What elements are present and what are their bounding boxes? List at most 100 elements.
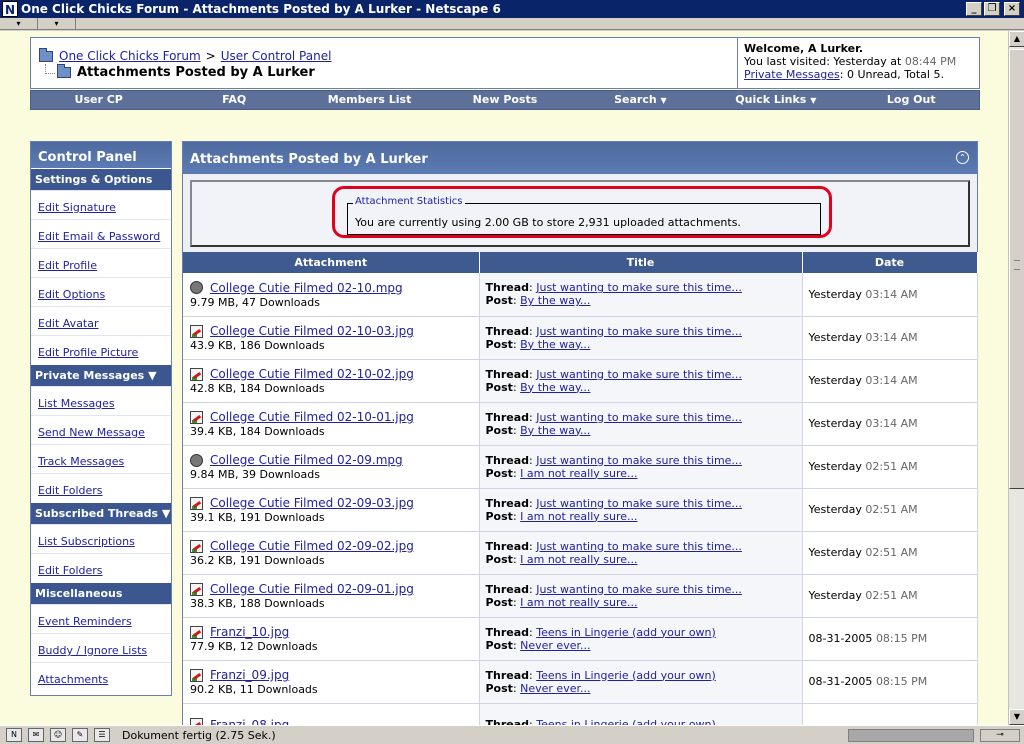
attachment-link[interactable]: College Cutie Filmed 02-09-02.jpg [210, 539, 414, 553]
toolbar-grip-1[interactable]: ▾ [0, 18, 38, 29]
attachment-cell: Franzi_09.jpg 90.2 KB, 11 Downloads [183, 660, 480, 704]
attachment-link[interactable]: College Cutie Filmed 02-09.mpg [210, 453, 403, 467]
column-title: Title [479, 252, 803, 273]
pm-summary: Private Messages: 0 Unread, Total 5. [744, 68, 944, 81]
attachments-panel: Attachments Posted by A Lurker ⌃ Attachm… [182, 141, 978, 725]
instant-messenger-icon[interactable]: ☺ [50, 728, 66, 742]
attachment-link[interactable]: College Cutie Filmed 02-10-01.jpg [210, 410, 414, 424]
window-title: One Click Chicks Forum - Attachments Pos… [21, 2, 501, 16]
tree-connector [45, 64, 55, 74]
post-link[interactable]: I am not really sure... [520, 553, 637, 566]
thread-link[interactable]: Teens in Lingerie (add your own) [536, 718, 716, 725]
scroll-down-icon[interactable]: ▼ [1009, 709, 1024, 725]
vertical-scrollbar[interactable]: ▲ ▼ [1008, 31, 1024, 725]
nav-log-out[interactable]: Log Out [844, 91, 979, 109]
attachment-cell: College Cutie Filmed 02-09-01.jpg 38.3 KB… [183, 574, 480, 618]
date-time: 03:14 AM [865, 417, 918, 430]
table-row: College Cutie Filmed 02-09.mpg 9.84 MB, 3… [183, 445, 978, 489]
breadcrumb: One Click Chicks Forum > User Control Pa… [39, 47, 332, 80]
sidebar-item-buddy-ignore: Buddy / Ignore Lists [31, 633, 171, 662]
video-file-icon [190, 281, 203, 295]
date-cell: Yesterday 03:14 AM [802, 402, 978, 446]
post-link[interactable]: Never ever... [520, 682, 590, 695]
title-cell: Thread: Just wanting to make sure this t… [479, 359, 803, 403]
thread-link[interactable]: Teens in Lingerie (add your own) [536, 626, 716, 639]
date-cell: Yesterday 02:51 AM [802, 445, 978, 489]
post-link[interactable]: I am not really sure... [520, 510, 637, 523]
post-link[interactable]: Never ever... [520, 639, 590, 652]
thread-link[interactable]: Just wanting to make sure this time... [536, 454, 742, 467]
thread-link[interactable]: Just wanting to make sure this time... [536, 368, 742, 381]
nav-members-list[interactable]: Members List [302, 91, 437, 109]
nav-search[interactable]: Search ▼ [573, 91, 708, 109]
nav-faq[interactable]: FAQ [166, 91, 301, 109]
last-visited-time: 08:44 PM [904, 55, 957, 68]
thread-link[interactable]: Just wanting to make sure this time... [536, 411, 742, 424]
nav-quick-links[interactable]: Quick Links ▼ [708, 91, 843, 109]
date-time: 03:14 AM [865, 331, 918, 344]
sidebar-item-list-subscriptions: List Subscriptions [31, 524, 171, 553]
attachment-link[interactable]: College Cutie Filmed 02-10-03.jpg [210, 324, 414, 338]
sidebar-item-edit-signature: Edit Signature [31, 190, 171, 219]
date-day: 08-31-2005 [808, 675, 873, 688]
date-day: Yesterday [808, 417, 862, 430]
scroll-up-icon[interactable]: ▲ [1009, 31, 1024, 47]
image-file-icon [190, 539, 203, 553]
table-row: Franzi_10.jpg 77.9 KB, 12 Downloads Thread… [183, 617, 978, 661]
attachment-link[interactable]: Franzi_08.jpg [210, 718, 289, 726]
breadcrumb-usercp-link[interactable]: User Control Panel [221, 49, 332, 63]
attachment-link[interactable]: Franzi_10.jpg [210, 625, 289, 639]
sidebar-item-send-message: Send New Message [31, 415, 171, 444]
close-button[interactable]: × [1004, 2, 1020, 16]
sidebar-item-edit-email: Edit Email & Password [31, 219, 171, 248]
window-titlebar: N One Click Chicks Forum - Attachments P… [0, 0, 1024, 18]
date-cell: 08-31-2005 08:15 PM [802, 660, 978, 704]
maximize-button[interactable]: ❐ [984, 2, 1000, 16]
attachment-link[interactable]: College Cutie Filmed 02-09-03.jpg [210, 496, 414, 510]
post-link[interactable]: By the way... [520, 294, 590, 307]
thread-link[interactable]: Just wanting to make sure this time... [536, 583, 742, 596]
attachment-link[interactable]: College Cutie Filmed 02-10.mpg [210, 281, 403, 295]
attachment-meta: 43.9 KB, 186 Downloads [190, 339, 325, 352]
chevron-down-icon: ▼ [148, 369, 157, 382]
post-link[interactable]: By the way... [520, 424, 590, 437]
date-time: 02:51 AM [865, 503, 918, 516]
security-lock-icon[interactable]: ⊸ [980, 728, 1020, 742]
sidebar-item-event-reminders: Event Reminders [31, 604, 171, 633]
attachment-link[interactable]: College Cutie Filmed 02-09-01.jpg [210, 582, 414, 596]
toolbar-grips: ▾ ▾ [0, 18, 1024, 30]
minimize-button[interactable]: _ [966, 2, 982, 16]
post-link[interactable]: I am not really sure... [520, 467, 637, 480]
thread-link[interactable]: Just wanting to make sure this time... [536, 281, 742, 294]
collapse-icon[interactable]: ⌃ [956, 151, 969, 164]
breadcrumb-home-link[interactable]: One Click Chicks Forum [59, 49, 201, 63]
private-messages-link[interactable]: Private Messages [744, 68, 840, 81]
post-link[interactable]: By the way... [520, 381, 590, 394]
attachment-meta: 9.84 MB, 39 Downloads [190, 468, 320, 481]
scroll-thumb[interactable] [1009, 49, 1024, 489]
column-attachment: Attachment [183, 252, 480, 273]
post-link[interactable]: I am not really sure... [520, 596, 637, 609]
thread-link[interactable]: Just wanting to make sure this time... [536, 540, 742, 553]
netscape-status-icon[interactable]: N [6, 728, 22, 742]
image-file-icon [190, 324, 203, 338]
image-file-icon [190, 367, 203, 381]
nav-user-cp[interactable]: User CP [31, 91, 166, 109]
composer-icon[interactable]: ✎ [72, 728, 88, 742]
attachment-meta: 9.79 MB, 47 Downloads [190, 295, 320, 309]
address-book-icon[interactable]: ☰ [94, 728, 110, 742]
nav-new-posts[interactable]: New Posts [437, 91, 572, 109]
thread-link[interactable]: Just wanting to make sure this time... [536, 325, 742, 338]
chevron-down-icon: ▼ [810, 96, 817, 105]
attachment-link[interactable]: College Cutie Filmed 02-10-02.jpg [210, 367, 414, 381]
attachment-link[interactable]: Franzi_09.jpg [210, 668, 289, 682]
mail-icon[interactable]: ✉ [28, 728, 44, 742]
sidebar-section-private-messages[interactable]: Private Messages ▼ [31, 364, 171, 386]
post-link[interactable]: By the way... [520, 338, 590, 351]
panel-header: Attachments Posted by A Lurker ⌃ [183, 142, 977, 174]
sidebar-section-subscribed-threads[interactable]: Subscribed Threads ▼ [31, 502, 171, 524]
sidebar-item-edit-folders-pm: Edit Folders [31, 473, 171, 502]
toolbar-grip-2[interactable]: ▾ [38, 18, 76, 29]
thread-link[interactable]: Just wanting to make sure this time... [536, 497, 742, 510]
thread-link[interactable]: Teens in Lingerie (add your own) [536, 669, 716, 682]
